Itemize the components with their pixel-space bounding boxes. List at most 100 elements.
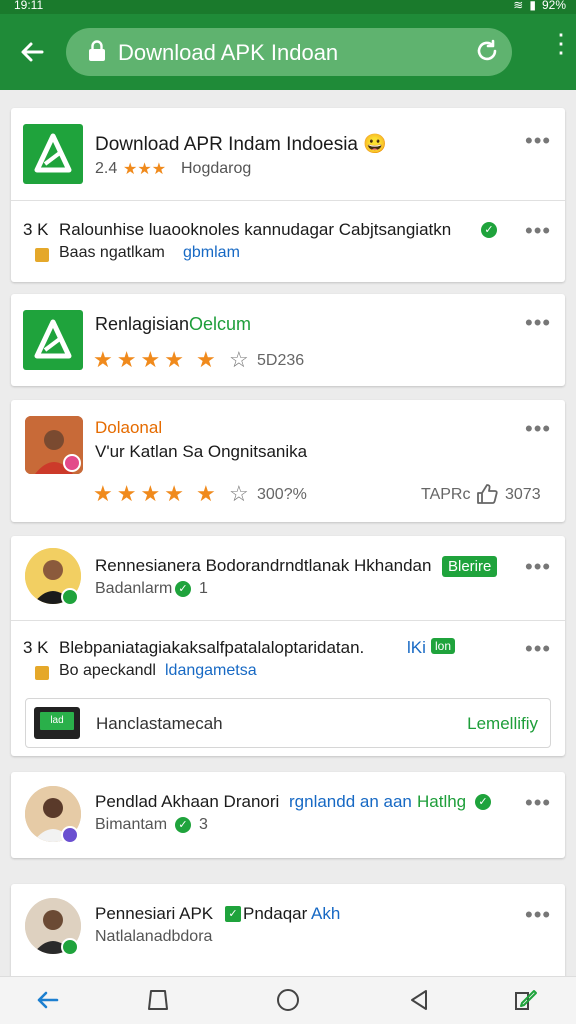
badge-icon [61, 826, 79, 844]
divider [11, 200, 565, 201]
card-title[interactable]: Rennesianera Bodorandrndtlanak Hkhandan [95, 556, 431, 576]
more-horiz-icon[interactable]: ••• [525, 220, 550, 242]
app-icon: ✓ [225, 906, 241, 922]
star-icon: ★ [140, 347, 161, 372]
post-link[interactable]: ldangametsa [165, 662, 257, 680]
star-icon: ★ [116, 347, 137, 372]
post-line2: Baas ngatlkam [59, 244, 165, 261]
star-count: 300?% [257, 486, 307, 503]
label-right: TAPRc [421, 486, 471, 503]
star-icon: ★ [93, 481, 113, 506]
post-tag: lon [431, 638, 456, 654]
card-title[interactable]: Download APR Indam Indoesia 😀 [95, 132, 387, 156]
badge-icon [61, 588, 79, 606]
promo-thumbnail: lad [34, 707, 80, 739]
status-bar: 19:11 ≋ ▮ 92% [0, 0, 576, 14]
more-horiz-icon[interactable]: ••• [525, 556, 550, 578]
triangle-back-icon[interactable] [404, 985, 434, 1015]
post-prefix: 3 K [23, 638, 49, 657]
promo-thumb-label: lad [40, 712, 74, 730]
status-tag: Blerire [442, 556, 498, 577]
wifi-icon: ≋ [513, 0, 524, 12]
like-count: 3073 [505, 486, 541, 503]
more-horiz-icon[interactable]: ••• [525, 130, 550, 152]
more-horiz-icon[interactable]: ••• [525, 418, 550, 440]
post-text[interactable]: Ralounhise luaooknoles kannudagar Cabjts… [59, 220, 451, 240]
app-logo [23, 310, 83, 370]
more-vert-icon[interactable]: ⋮ [548, 30, 574, 68]
navigation-bar [0, 976, 576, 1024]
card-title-accent: rgnlandd an aan [289, 792, 412, 811]
card-subtitle: Natlalanadbdora [95, 928, 213, 945]
badge-icon [61, 938, 79, 956]
verified-icon: ✓ [175, 581, 191, 597]
home-icon [35, 248, 49, 262]
app-logo [23, 124, 83, 184]
card-subtitle: Bimantam [95, 816, 168, 833]
card-title[interactable]: Renlagisian [95, 314, 189, 335]
feed: Download APR Indam Indoesia 😀 2.4 ★★★ Ho… [0, 90, 576, 976]
star-icon: ★ [164, 347, 184, 372]
star-icon: ★ [195, 481, 216, 506]
rating-stars: ★ ★ ★ ★ ★ [93, 482, 216, 506]
card-title[interactable]: Pendlad Akhaan Dranori [95, 792, 279, 812]
post-line2: Bo apeckandl [59, 662, 156, 679]
reload-icon[interactable] [474, 38, 500, 64]
rating-stars: ★ ★ ★ ★ ★ [93, 348, 216, 372]
star-outline-icon[interactable]: ☆ [229, 482, 249, 506]
battery-level: 92% [541, 0, 566, 12]
verified-icon: ✓ [475, 794, 491, 810]
verified-icon: ✓ [175, 817, 191, 833]
card-subtitle: Hogdarog [181, 160, 252, 177]
card-title-tag: Hatlhg [417, 792, 467, 811]
address-bar[interactable]: Download APK Indoan [66, 28, 512, 76]
promo-link[interactable]: Lemellifiy [467, 714, 538, 734]
home-circle-icon[interactable] [273, 985, 303, 1015]
app-card[interactable]: Download APR Indam Indoesia 😀 2.4 ★★★ Ho… [11, 108, 565, 282]
card-title[interactable]: Pennesiari APK [95, 904, 213, 924]
divider [11, 620, 565, 621]
thumb-up-icon[interactable] [475, 482, 499, 506]
post-card[interactable]: Pennesiari APK ✓ Pndaqar Akh ••• Natlala… [11, 884, 565, 976]
card-title-accent: Akh [311, 904, 341, 923]
star-count: 5D236 [257, 352, 305, 369]
post-prefix: 3 K [23, 220, 49, 239]
square-icon[interactable] [144, 985, 174, 1015]
url-text: Download APK Indoan [118, 40, 339, 65]
post-card[interactable]: Rennesianera Bodorandrndtlanak Hkhandan … [11, 536, 565, 756]
home-icon [35, 666, 49, 680]
star-icon: ★ [93, 347, 113, 372]
rating-stars: ★★★ [123, 161, 167, 178]
status-time: 19:11 [14, 0, 44, 12]
badge-icon [63, 454, 81, 472]
app-card[interactable]: Dolaonal V'ur Katlan Sa Ongnitsanika •••… [11, 400, 565, 522]
back-arrow-icon[interactable] [16, 36, 48, 68]
card-subtitle: Badanlarm [95, 580, 173, 597]
subtitle-num: 1 [199, 580, 208, 597]
star-icon: ★ [140, 481, 161, 506]
lock-icon [89, 40, 105, 61]
card-subtitle: V'ur Katlan Sa Ongnitsanika [95, 442, 308, 461]
status-icons: ≋ ▮ 92% [513, 0, 566, 12]
more-horiz-icon[interactable]: ••• [525, 904, 550, 926]
star-outline-icon[interactable]: ☆ [229, 348, 249, 372]
promo-banner[interactable]: lad Hanclastamecah Lemellifiy [25, 698, 551, 748]
star-icon: ★ [116, 481, 137, 506]
browser-toolbar: Download APK Indoan ⋮ [0, 14, 576, 90]
signal-icon: ▮ [529, 0, 536, 12]
post-link[interactable]: gbmlam [183, 244, 240, 262]
card-title-mid: Pndaqar [243, 904, 308, 923]
more-horiz-icon[interactable]: ••• [525, 312, 550, 334]
nav-back-icon[interactable] [32, 985, 62, 1015]
verified-icon: ✓ [481, 222, 497, 238]
star-icon: ★ [195, 347, 216, 372]
card-title-accent: Oelcum [189, 314, 252, 334]
post-text-accent: lKi [407, 638, 426, 657]
card-title[interactable]: Dolaonal [95, 418, 162, 438]
post-card[interactable]: Pendlad Akhaan Dranori rgnlandd an aan H… [11, 772, 565, 858]
more-horiz-icon[interactable]: ••• [525, 792, 550, 814]
app-card[interactable]: Renlagisian Oelcum ••• ★ ★ ★ ★ ★ ☆ 5D236 [11, 294, 565, 386]
more-horiz-icon[interactable]: ••• [525, 638, 550, 660]
post-text[interactable]: Blebpaniatagiakaksalfpatalaloptaridatan. [59, 638, 364, 658]
edit-icon[interactable] [510, 985, 540, 1015]
